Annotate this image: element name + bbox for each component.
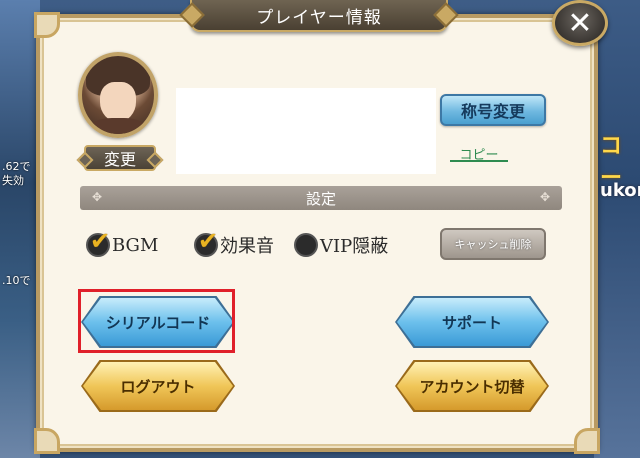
checkbox-checked-icon: ✔ <box>194 227 218 257</box>
sound-effect-label: 効果音 <box>220 236 274 257</box>
bgm-label: BGM <box>112 234 159 256</box>
vip-hide-toggle[interactable]: VIP隠蔽 <box>294 230 388 260</box>
panel-corner-ornament <box>34 428 60 454</box>
panel-corner-ornament <box>574 428 600 454</box>
player-name-area <box>176 88 436 174</box>
account-switch-button[interactable]: アカウント切替 <box>397 362 547 410</box>
settings-header: ✥ 設定 ✥ <box>80 186 562 210</box>
sound-effect-toggle[interactable]: ✔ 効果音 <box>194 227 274 260</box>
background-left <box>0 0 40 458</box>
ornament-icon: ✥ <box>91 190 103 204</box>
logout-button[interactable]: ログアウト <box>83 362 233 410</box>
background-text: 失効 <box>2 174 24 187</box>
highlight-annotation <box>78 289 235 353</box>
ornament-icon: ✥ <box>539 190 551 204</box>
dialog-title: プレイヤー情報 <box>190 0 448 32</box>
checkbox-checked-icon: ✔ <box>86 227 110 257</box>
cache-clear-button[interactable]: キャッシュ削除 <box>440 228 546 260</box>
vip-hide-label: VIP隠蔽 <box>320 236 389 257</box>
close-icon: ✕ <box>567 5 593 41</box>
bgm-toggle[interactable]: ✔ BGM <box>86 227 159 260</box>
support-button[interactable]: サポート <box>397 298 547 346</box>
background-text: .10で <box>2 274 31 287</box>
change-avatar-button[interactable]: 変更 <box>84 145 156 171</box>
checkbox-unchecked-icon <box>294 233 318 257</box>
title-change-button[interactable]: 称号変更 <box>440 94 546 126</box>
copy-link[interactable]: コピー <box>450 144 508 163</box>
avatar[interactable] <box>78 52 158 138</box>
background-right <box>594 0 640 458</box>
settings-title: 設定 <box>305 189 336 208</box>
panel-corner-ornament <box>34 12 60 38</box>
close-button[interactable]: ✕ <box>552 0 608 46</box>
background-text: ukor <box>600 180 640 201</box>
